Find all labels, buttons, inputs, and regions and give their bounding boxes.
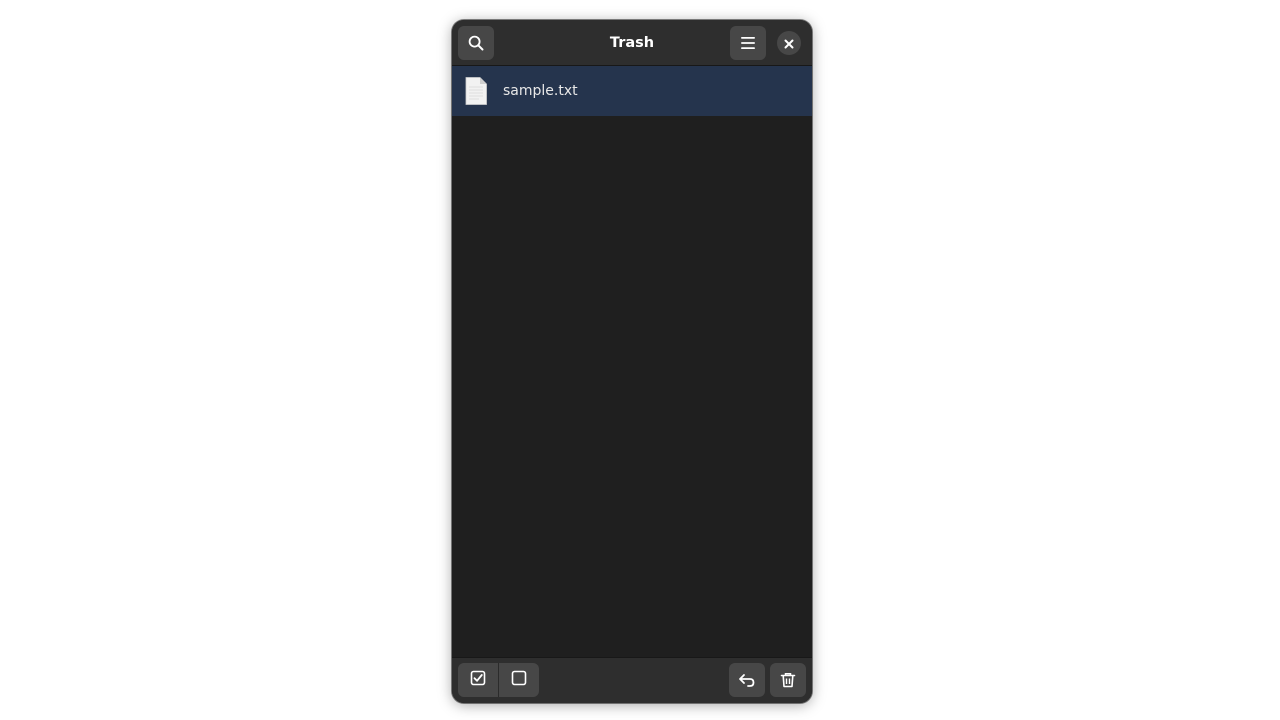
header-bar: Trash xyxy=(452,20,812,66)
file-name: sample.txt xyxy=(503,83,578,99)
undo-arrow-icon xyxy=(738,672,756,688)
close-button[interactable] xyxy=(777,31,801,55)
search-icon xyxy=(468,35,484,51)
checkbox-checked-icon xyxy=(470,670,486,690)
file-row[interactable]: sample.txt xyxy=(452,66,812,116)
restore-button[interactable] xyxy=(729,663,765,697)
select-none-button[interactable] xyxy=(498,663,539,697)
selection-button-group xyxy=(458,663,539,697)
text-file-icon xyxy=(463,76,489,106)
trash-window: Trash sample.txt xyxy=(452,20,812,703)
close-icon xyxy=(784,34,794,53)
select-all-button[interactable] xyxy=(458,663,498,697)
main-menu-button[interactable] xyxy=(730,26,766,60)
search-button[interactable] xyxy=(458,26,494,60)
file-list: sample.txt xyxy=(452,66,812,657)
action-bar xyxy=(452,657,812,703)
delete-permanently-button[interactable] xyxy=(770,663,806,697)
trash-icon xyxy=(780,672,796,688)
checkbox-empty-icon xyxy=(511,670,527,690)
hamburger-menu-icon xyxy=(740,36,756,50)
